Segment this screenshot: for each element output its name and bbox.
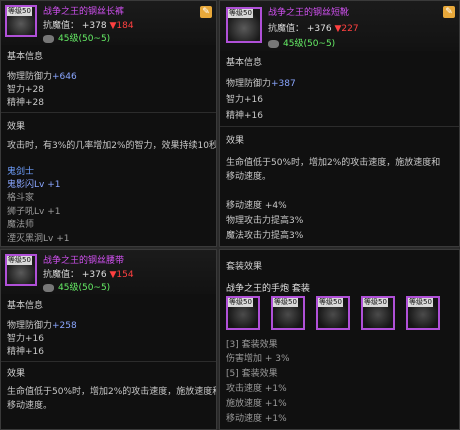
int-line: 智力+16 <box>226 95 263 105</box>
requirement-text: 45级(50~5) <box>58 283 111 293</box>
item-header: 等级50 战争之王的钢丝短靴 抗魔值： +376 ▼227 45级(50~5) … <box>220 1 459 51</box>
item-header: 等级50 战争之王的钢丝长裤 抗魔值： +378 ▼184 45级(50~5) … <box>1 1 216 45</box>
anti-magic-down: ▼227 <box>334 24 359 34</box>
basic-info-title: 基本信息 <box>226 58 263 68</box>
anti-magic-label: 抗魔值： <box>268 24 305 34</box>
effect-title: 效果 <box>7 122 26 132</box>
set3-line1: 伤害增加 + 3% <box>226 354 290 364</box>
requirement-text: 45级(50~5) <box>58 34 111 44</box>
set-effect-panel: 套装效果 战争之王的手炮 套装 等级50 等级50 等级50 等级50 等级50… <box>219 249 460 430</box>
slot-level: 等级50 <box>318 298 343 307</box>
item-name: 战争之王的钢丝腰带 <box>43 256 125 266</box>
divider <box>220 126 459 127</box>
defense-line: 物理防御力+258 <box>7 318 77 331</box>
tooltip-panel-pants: 等级50 战争之王的钢丝长裤 抗魔值： +378 ▼184 45级(50~5) … <box>0 0 217 247</box>
level-requirement: 45级(50~5) <box>43 280 110 293</box>
gem-icon <box>43 34 54 43</box>
anti-magic-down: ▼154 <box>109 270 134 280</box>
defense-value: +646 <box>52 72 77 82</box>
basic-info-title: 基本信息 <box>7 52 44 62</box>
slot-level: 等级50 <box>228 298 253 307</box>
int-line: 智力+28 <box>7 85 44 95</box>
bonus-1: 移动速度 +4% <box>226 201 287 211</box>
defense-value: +258 <box>52 321 77 331</box>
item-icon-pants[interactable]: 等级50 <box>5 5 37 37</box>
bonus-3: 魔法攻击力提高3% <box>226 231 304 241</box>
slot-level: 等级50 <box>363 298 388 307</box>
int-line: 智力+16 <box>7 334 44 344</box>
set5-header: [5] 套装效果 <box>226 369 278 379</box>
effect-title: 效果 <box>226 136 245 146</box>
effect-text: 攻击时，有3%的几率增加2%的智力，效果持续10秒。 <box>7 141 217 151</box>
class-3: 魔法师 <box>7 220 35 230</box>
edit-icon[interactable]: ✎ <box>200 6 212 18</box>
effect-text-1: 生命值低于50%时，增加2%的攻击速度，施放速度和 <box>7 387 217 397</box>
skill-2: 狮子吼Lv +1 <box>7 207 61 217</box>
set5-line1: 攻击速度 +1% <box>226 384 287 394</box>
set-slot-1[interactable]: 等级50 <box>226 296 260 330</box>
effect-text-2: 移动速度。 <box>7 401 53 411</box>
tooltip-panel-boots: 等级50 战争之王的钢丝短靴 抗魔值： +376 ▼227 45级(50~5) … <box>219 0 460 247</box>
icon-level: 等级50 <box>7 7 32 16</box>
anti-magic-value: 抗魔值： +378 ▼184 <box>43 18 134 31</box>
anti-magic-label: 抗魔值： <box>43 270 80 280</box>
class-2: 格斗家 <box>7 193 35 203</box>
defense-line: 物理防御力+387 <box>226 76 296 89</box>
effect-text-1: 生命值低于50%时，增加2%的攻击速度，施放速度和 <box>226 158 441 168</box>
item-name: 战争之王的钢丝短靴 <box>268 8 350 18</box>
skill-3: 湮灭黑洞Lv +1 <box>7 234 70 244</box>
slot-level: 等级50 <box>408 298 433 307</box>
set3-header: [3] 套装效果 <box>226 340 278 350</box>
anti-magic-value: 抗魔值： +376 ▼227 <box>268 21 359 34</box>
edit-icon[interactable]: ✎ <box>443 6 455 18</box>
level-requirement: 45级(50~5) <box>268 36 335 49</box>
set-name: 战争之王的手炮 套装 <box>226 284 310 294</box>
anti-magic-label: 抗魔值： <box>43 21 80 31</box>
skill-1: 鬼影闪Lv +1 <box>7 180 61 190</box>
gem-icon <box>268 39 279 48</box>
effect-text-2: 移动速度。 <box>226 172 272 182</box>
divider <box>1 361 216 362</box>
item-name: 战争之王的钢丝长裤 <box>43 7 125 17</box>
defense-value: +387 <box>271 79 296 89</box>
defense-label: 物理防御力 <box>7 321 53 331</box>
slot-level: 等级50 <box>273 298 298 307</box>
anti-magic-up: +376 <box>306 24 332 34</box>
item-icon-belt[interactable]: 等级50 <box>5 254 37 286</box>
anti-magic-up: +376 <box>81 270 107 280</box>
requirement-text: 45级(50~5) <box>283 39 336 49</box>
item-header: 等级50 战争之王的钢丝腰带 抗魔值： +376 ▼154 45级(50~5) <box>1 250 216 294</box>
anti-magic-up: +378 <box>81 21 107 31</box>
tooltip-panel-belt: 等级50 战争之王的钢丝腰带 抗魔值： +376 ▼154 45级(50~5) … <box>0 249 217 430</box>
defense-label: 物理防御力 <box>7 72 53 82</box>
set5-line2: 施放速度 +1% <box>226 399 287 409</box>
anti-magic-value: 抗魔值： +376 ▼154 <box>43 267 134 280</box>
spirit-line: 精神+28 <box>7 98 44 108</box>
level-requirement: 45级(50~5) <box>43 31 110 44</box>
icon-level: 等级50 <box>7 256 32 265</box>
spirit-line: 精神+16 <box>7 347 44 357</box>
divider <box>1 112 216 113</box>
set-slot-2[interactable]: 等级50 <box>271 296 305 330</box>
defense-line: 物理防御力+646 <box>7 69 77 82</box>
set-slot-5[interactable]: 等级50 <box>406 296 440 330</box>
gem-icon <box>43 283 54 292</box>
item-icon-boots[interactable]: 等级50 <box>226 7 262 43</box>
defense-label: 物理防御力 <box>226 79 272 89</box>
set5-line3: 移动速度 +1% <box>226 414 287 424</box>
effect-title: 效果 <box>7 369 26 379</box>
class-1: 鬼剑士 <box>7 167 35 177</box>
anti-magic-down: ▼184 <box>109 21 134 31</box>
icon-level: 等级50 <box>228 9 253 18</box>
set-slot-3[interactable]: 等级50 <box>316 296 350 330</box>
set-effect-title: 套装效果 <box>226 262 263 272</box>
spirit-line: 精神+16 <box>226 111 263 121</box>
bonus-2: 物理攻击力提高3% <box>226 216 304 226</box>
set-slot-4[interactable]: 等级50 <box>361 296 395 330</box>
basic-info-title: 基本信息 <box>7 301 44 311</box>
